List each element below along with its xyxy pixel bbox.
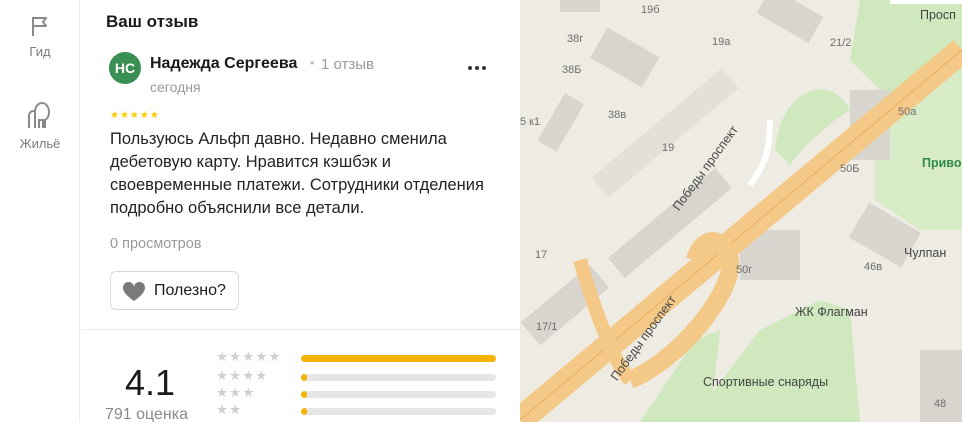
map-label: 21/2 xyxy=(830,37,852,49)
map-label: 5 к1 xyxy=(520,116,541,128)
rating-distribution-row[interactable]: ★★★★★ xyxy=(216,349,506,366)
distribution-bar xyxy=(301,355,496,362)
review-panel: Ваш отзыв НС Надежда Сергеева • 1 отзыв … xyxy=(81,0,520,422)
map-label: 38в xyxy=(608,109,627,121)
more-icon xyxy=(468,66,486,70)
rating-distribution-row[interactable]: ★★★★ xyxy=(216,368,506,385)
map-label: Чулпан xyxy=(904,246,947,260)
rail-item-label: Гид xyxy=(29,44,51,59)
views-count: 0 просмотров xyxy=(110,236,202,252)
rail-item-guide[interactable]: Гид xyxy=(0,14,80,59)
distribution-bar xyxy=(301,391,496,398)
useful-label: Полезно? xyxy=(154,282,226,299)
map-label: Спортивные снаряды xyxy=(703,375,829,389)
map[interactable]: 19б 19а 38г 38Б 38в 5 к1 19 17 17/1 21/2… xyxy=(520,0,962,422)
review-text: Пользуюсь Альфп давно. Недавно сменила д… xyxy=(110,130,484,217)
rail-item-housing[interactable]: Жильё xyxy=(0,100,80,151)
rating-distribution-row[interactable]: ★★ xyxy=(216,402,506,419)
review-rating-stars: ★★★★★ xyxy=(110,110,160,121)
map-label: 17 xyxy=(535,249,548,261)
more-options-button[interactable] xyxy=(465,54,489,78)
distribution-bar xyxy=(301,408,496,415)
rail-item-label: Жильё xyxy=(19,136,61,151)
map-label: 50а xyxy=(898,106,917,118)
author-review-count: 1 отзыв xyxy=(321,56,375,73)
map-label: 38Б xyxy=(562,64,582,76)
author-name[interactable]: Надежда Сергеева xyxy=(150,55,297,73)
map-label: 46в xyxy=(864,261,883,273)
distribution-fill xyxy=(301,374,307,381)
map-label: Приво xyxy=(922,156,962,170)
map-label: 50г xyxy=(736,264,753,276)
distribution-fill xyxy=(301,391,307,398)
useful-button[interactable]: Полезно? xyxy=(110,271,239,310)
distribution-fill xyxy=(301,355,496,362)
distribution-stars: ★★★★★ xyxy=(216,349,282,364)
map-label: ЖК Флагман xyxy=(795,305,868,319)
divider xyxy=(81,329,520,330)
rating-value: 4.1 xyxy=(125,362,176,403)
map-label: 19б xyxy=(641,4,660,16)
map-label: 19 xyxy=(662,142,675,154)
rating-count: 791 оценка xyxy=(105,406,189,422)
left-rail: Гид Жильё xyxy=(0,0,80,422)
distribution-fill xyxy=(301,408,307,415)
map-label: 50Б xyxy=(840,163,860,175)
map-label: 48 xyxy=(934,398,947,410)
rating-distribution-row[interactable]: ★★★ xyxy=(216,385,506,402)
distribution-bar xyxy=(301,374,496,381)
heart-icon xyxy=(122,282,146,301)
separator-dot: • xyxy=(310,56,315,70)
review-date: сегодня xyxy=(150,79,201,95)
distribution-stars: ★★★ xyxy=(216,385,256,400)
distribution-stars: ★★★★ xyxy=(216,368,269,383)
map-label: 38г xyxy=(567,33,584,45)
panel-title: Ваш отзыв xyxy=(106,12,199,31)
avatar[interactable]: НС xyxy=(109,52,141,84)
map-label: 17/1 xyxy=(536,321,558,333)
map-label: 19а xyxy=(712,36,731,48)
distribution-stars: ★★ xyxy=(216,402,243,417)
map-label: Просп xyxy=(920,8,956,22)
map-canvas xyxy=(520,0,962,422)
building-icon xyxy=(28,101,51,128)
flag-icon xyxy=(32,17,47,36)
